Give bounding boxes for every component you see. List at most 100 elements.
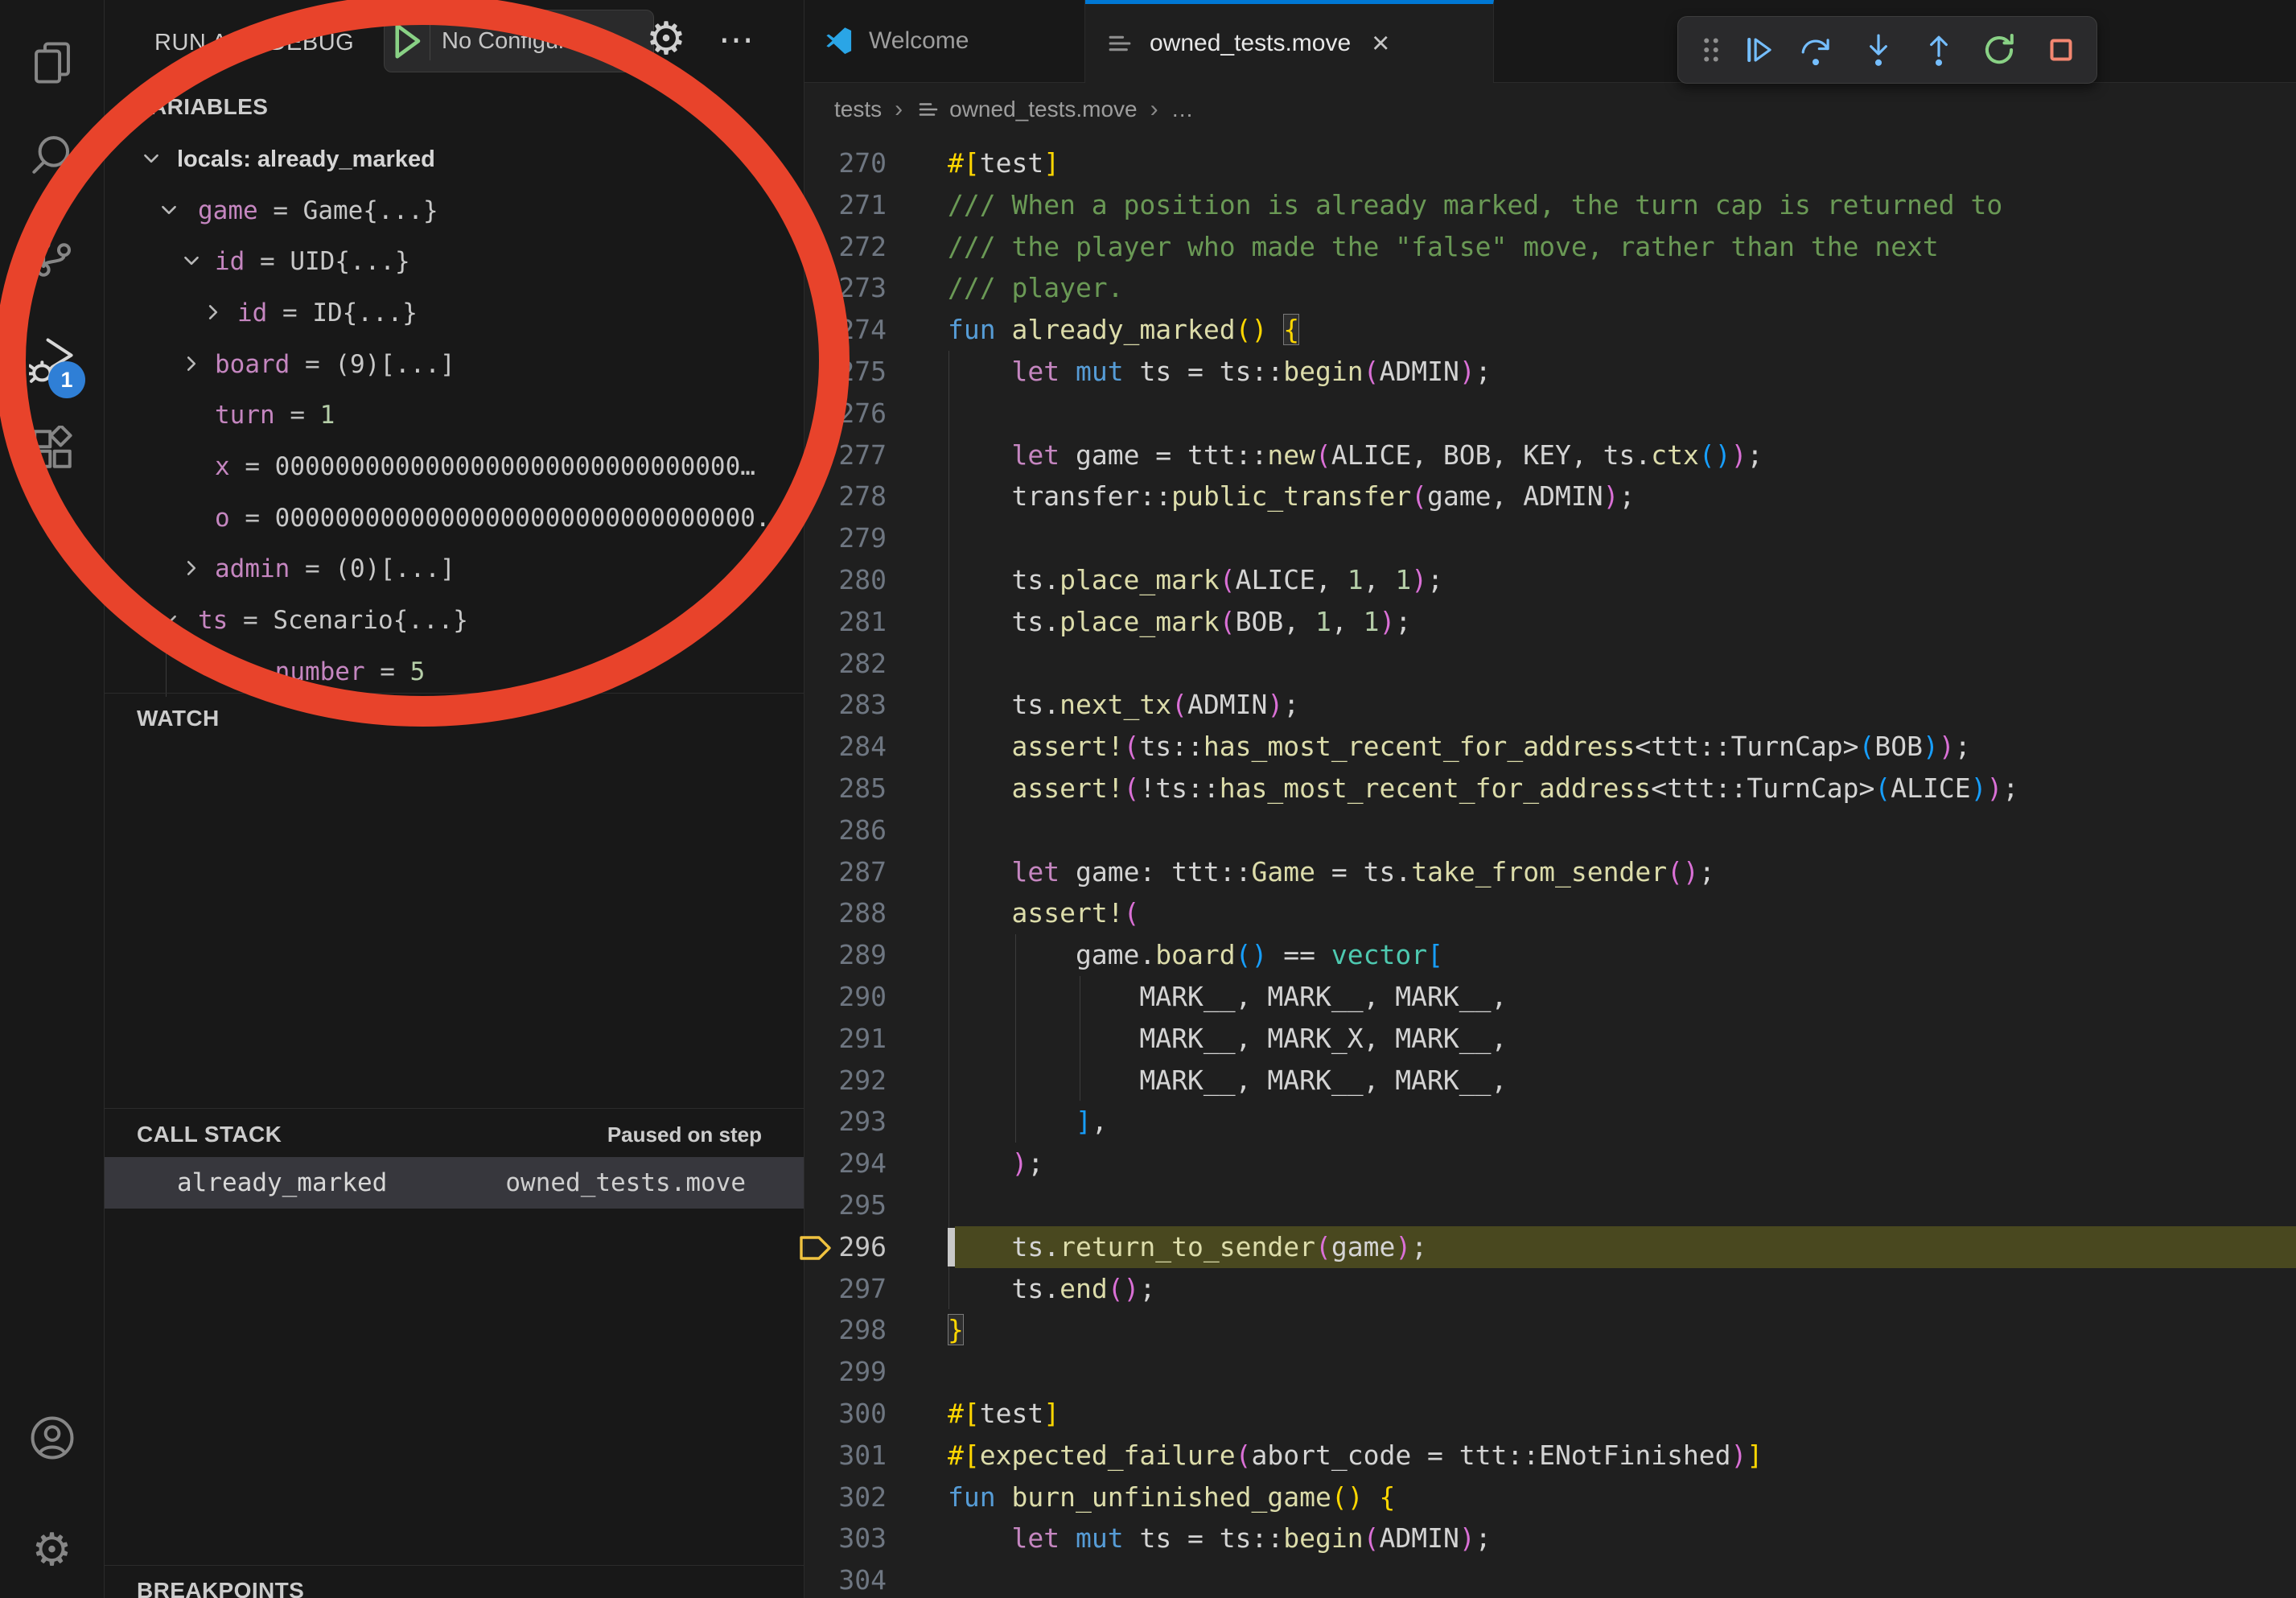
- variable-row[interactable]: id = UID{...}: [105, 237, 804, 286]
- start-debugging-icon[interactable]: [385, 19, 430, 64]
- code-text[interactable]: );: [948, 1143, 1043, 1184]
- code-text[interactable]: /// the player who made the "false" move…: [948, 226, 1939, 268]
- variable-row[interactable]: ts = Scenario{...}: [105, 595, 804, 645]
- line-number[interactable]: 301: [829, 1435, 887, 1477]
- code-text[interactable]: fun burn_unfinished_game() {: [948, 1477, 1395, 1518]
- code-text[interactable]: ],: [948, 1101, 1108, 1143]
- chevron-right-icon[interactable]: [181, 353, 202, 374]
- activity-settings-gear[interactable]: ⚙: [0, 1505, 104, 1596]
- line-number[interactable]: 282: [829, 643, 887, 685]
- code-text[interactable]: MARK__, MARK__, MARK__,: [948, 976, 1507, 1018]
- code-text[interactable]: MARK__, MARK_X, MARK__,: [948, 1018, 1507, 1060]
- code-text[interactable]: assert!(!ts::has_most_recent_for_address…: [948, 768, 2018, 809]
- line-number[interactable]: 276: [829, 393, 887, 435]
- debug-step-over-button[interactable]: [1796, 31, 1835, 69]
- code-text[interactable]: let mut ts = ts::begin(ADMIN);: [948, 351, 1492, 393]
- code-text[interactable]: MARK__, MARK__, MARK__,: [948, 1060, 1507, 1102]
- code-text[interactable]: ts.next_tx(ADMIN);: [948, 684, 1299, 726]
- code-text[interactable]: let game: ttt::Game = ts.take_from_sende…: [948, 851, 1715, 893]
- debug-continue-button[interactable]: [1738, 31, 1777, 69]
- line-number[interactable]: 285: [829, 768, 887, 809]
- line-number[interactable]: 272: [829, 226, 887, 268]
- code-text[interactable]: ts.place_mark(BOB, 1, 1);: [948, 601, 1411, 643]
- line-number[interactable]: 283: [829, 684, 887, 726]
- code-text[interactable]: assert!(: [948, 892, 1139, 934]
- variable-row[interactable]: id = ID{...}: [105, 288, 804, 338]
- line-number[interactable]: 295: [829, 1184, 887, 1226]
- line-number[interactable]: 270: [829, 142, 887, 184]
- code-text[interactable]: #[expected_failure(abort_code = ttt::ENo…: [948, 1435, 1763, 1477]
- line-number[interactable]: 279: [829, 517, 887, 559]
- line-number[interactable]: 278: [829, 476, 887, 517]
- debug-step-into-button[interactable]: [1859, 31, 1898, 69]
- variable-scope-row[interactable]: locals: already_marked: [105, 134, 804, 184]
- code-text[interactable]: ts.place_mark(ALICE, 1, 1);: [948, 559, 1443, 601]
- variable-row[interactable]: x = 0000000000000000000000000000000…: [105, 442, 804, 492]
- code-text[interactable]: ts.end();: [948, 1268, 1155, 1310]
- gear-icon[interactable]: ⚙: [644, 14, 689, 64]
- activity-extensions[interactable]: [0, 404, 104, 494]
- line-number[interactable]: 286: [829, 809, 887, 851]
- line-number[interactable]: 280: [829, 559, 887, 601]
- code-text[interactable]: ts.return_to_sender(game);: [948, 1226, 1427, 1268]
- line-number[interactable]: 274: [829, 309, 887, 351]
- variable-row[interactable]: txn_number = 5: [105, 647, 804, 697]
- variable-row[interactable]: game = Game{...}: [105, 186, 804, 236]
- line-number[interactable]: 298: [829, 1309, 887, 1351]
- line-number[interactable]: 304: [829, 1559, 887, 1598]
- activity-debug-alt[interactable]: 1: [0, 315, 104, 405]
- debug-step-out-button[interactable]: [1920, 31, 1958, 69]
- chevron-down-icon[interactable]: [181, 250, 202, 271]
- chevron-down-icon[interactable]: [141, 148, 162, 169]
- line-number[interactable]: 293: [829, 1101, 887, 1143]
- variable-row[interactable]: board = (9)[...]: [105, 340, 804, 389]
- line-number[interactable]: 300: [829, 1393, 887, 1435]
- activity-search[interactable]: [0, 109, 104, 200]
- variable-row[interactable]: o = 00000000000000000000000000000000.: [105, 493, 804, 543]
- code-text[interactable]: assert!(ts::has_most_recent_for_address<…: [948, 726, 1971, 768]
- code-editor[interactable]: 270 #[test] 271 /// When a position is alre…: [804, 0, 2296, 1598]
- code-text[interactable]: transfer::public_transfer(game, ADMIN);: [948, 476, 1635, 517]
- line-number[interactable]: 288: [829, 892, 887, 934]
- debug-config-dropdown[interactable]: No Configur: [384, 10, 654, 72]
- chevron-down-icon[interactable]: [158, 609, 179, 630]
- line-number[interactable]: 294: [829, 1143, 887, 1184]
- line-number[interactable]: 287: [829, 851, 887, 893]
- section-variables[interactable]: VARIABLES: [105, 84, 804, 130]
- line-number[interactable]: 277: [829, 435, 887, 476]
- line-number[interactable]: 291: [829, 1018, 887, 1060]
- section-watch[interactable]: WATCH: [105, 695, 804, 742]
- call-stack-frame[interactable]: already_marked owned_tests.move: [105, 1157, 804, 1209]
- line-number[interactable]: 299: [829, 1351, 887, 1393]
- section-breakpoints[interactable]: BREAKPOINTS: [105, 1567, 804, 1598]
- line-number[interactable]: 292: [829, 1060, 887, 1102]
- activity-account[interactable]: [0, 1393, 104, 1483]
- activity-files[interactable]: [0, 18, 104, 108]
- code-text[interactable]: let game = ttt::new(ALICE, BOB, KEY, ts.…: [948, 435, 1763, 476]
- line-number[interactable]: 284: [829, 726, 887, 768]
- variable-row[interactable]: admin = (0)[...]: [105, 544, 804, 594]
- line-number[interactable]: 297: [829, 1268, 887, 1310]
- code-text[interactable]: fun already_marked() {: [948, 309, 1299, 351]
- line-number[interactable]: 275: [829, 351, 887, 393]
- code-text[interactable]: }: [948, 1309, 964, 1351]
- line-number[interactable]: 271: [829, 184, 887, 226]
- code-text[interactable]: game.board() == vector[: [948, 934, 1443, 976]
- chevron-down-icon[interactable]: [158, 200, 179, 220]
- activity-source-control[interactable]: [0, 211, 104, 301]
- variable-row[interactable]: turn = 1: [105, 390, 804, 440]
- code-text[interactable]: /// player.: [948, 267, 1124, 309]
- line-number[interactable]: 290: [829, 976, 887, 1018]
- code-text[interactable]: /// When a position is already marked, t…: [948, 184, 2002, 226]
- section-call-stack[interactable]: CALL STACK Paused on step: [105, 1111, 804, 1158]
- debug-stop-button[interactable]: [2042, 31, 2080, 69]
- debug-restart-button[interactable]: [1980, 31, 2018, 69]
- code-text[interactable]: #[test]: [948, 142, 1060, 184]
- chevron-right-icon[interactable]: [181, 558, 202, 579]
- code-text[interactable]: #[test]: [948, 1393, 1060, 1435]
- line-number[interactable]: 296: [829, 1226, 887, 1268]
- line-number[interactable]: 289: [829, 934, 887, 976]
- line-number[interactable]: 303: [829, 1518, 887, 1559]
- chevron-right-icon[interactable]: [203, 302, 224, 323]
- line-number[interactable]: 273: [829, 267, 887, 309]
